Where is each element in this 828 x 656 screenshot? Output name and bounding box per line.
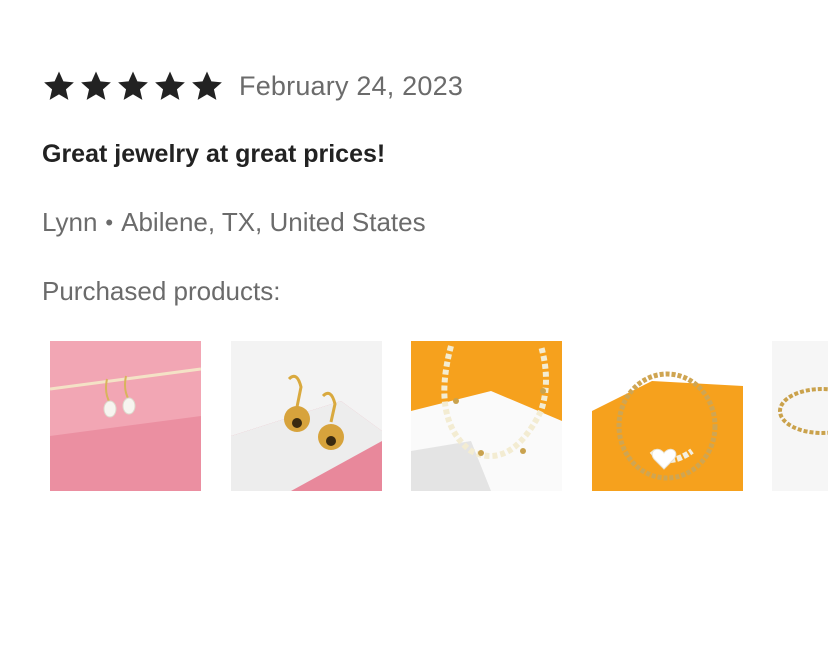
- reviewer-name[interactable]: Lynn: [42, 207, 97, 238]
- star-icon: [190, 69, 224, 103]
- star-rating: [42, 69, 227, 103]
- gold-ball-earrings-image: [231, 341, 382, 491]
- pearl-gold-necklace-image: [411, 341, 562, 491]
- star-icon: [42, 69, 76, 103]
- product-thumbnail[interactable]: [592, 341, 743, 491]
- review-card: February 24, 2023 Great jewelry at great…: [0, 0, 828, 656]
- gold-bead-ring-image: [772, 341, 828, 491]
- star-icon: [79, 69, 113, 103]
- reviewer-info: Lynn • Abilene, TX, United States: [42, 207, 426, 238]
- separator-dot: •: [105, 209, 114, 235]
- purchased-products-list: [50, 341, 828, 491]
- purchased-products-label: Purchased products:: [42, 276, 281, 306]
- heart-pearl-bracelet-image: [592, 341, 743, 491]
- product-thumbnail[interactable]: [50, 341, 201, 491]
- product-thumbnail[interactable]: [231, 341, 382, 491]
- star-icon: [153, 69, 187, 103]
- product-thumbnail[interactable]: [772, 341, 828, 491]
- star-icon: [116, 69, 150, 103]
- product-thumbnail[interactable]: [411, 341, 562, 491]
- review-title: Great jewelry at great prices!: [42, 140, 386, 168]
- pearl-drop-earrings-image: [50, 341, 201, 491]
- reviewer-location: Abilene, TX, United States: [121, 207, 426, 237]
- review-date: February 24, 2023: [239, 70, 464, 101]
- rating-row: February 24, 2023: [42, 64, 463, 108]
